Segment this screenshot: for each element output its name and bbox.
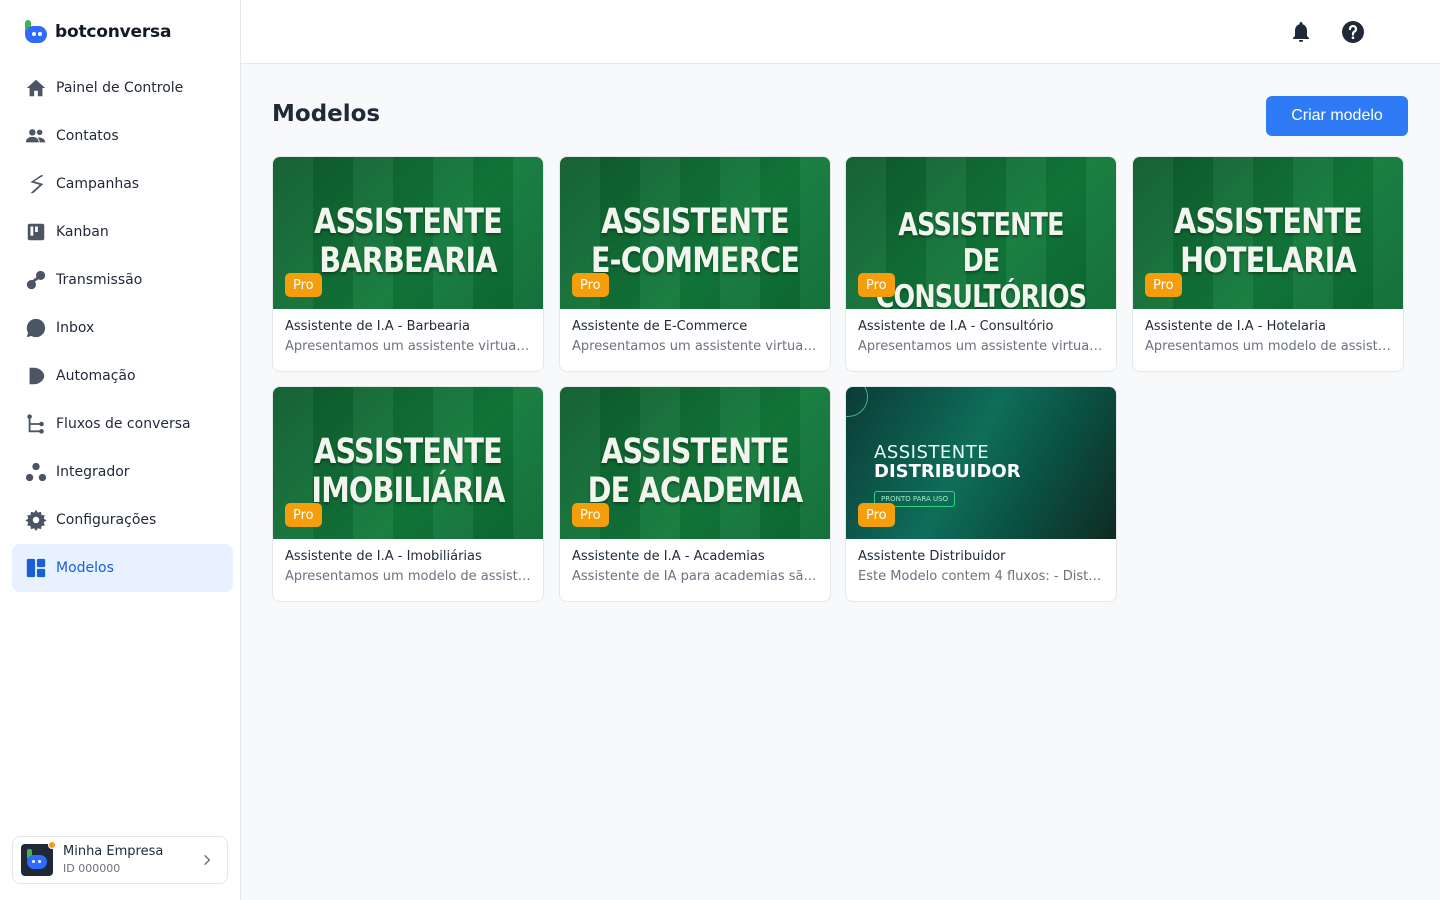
thumb-line2: IMOBILIÁRIA [311, 471, 505, 511]
sidebar-item-inbox[interactable]: Inbox [12, 304, 233, 352]
brand-logo[interactable]: botconversa [24, 20, 171, 44]
card-title: Assistente Distribuidor [858, 549, 1006, 564]
create-model-button[interactable]: Criar modelo [1266, 96, 1408, 136]
company-name: Minha Empresa [63, 844, 164, 859]
sidebar-item-fluxos-de-conversa[interactable]: Fluxos de conversa [12, 400, 233, 448]
model-card[interactable]: ASSISTENTE DE ACADEMIA Pro Assistente de … [559, 386, 831, 602]
pro-badge: Pro [858, 503, 895, 527]
page-title: Modelos [272, 101, 381, 127]
model-card[interactable]: ASSISTENTE HOTELARIA Pro Assistente de I.… [1132, 156, 1404, 372]
pro-badge: Pro [285, 273, 322, 297]
thumb-line1: ASSISTENTE [1174, 202, 1363, 242]
model-card[interactable]: ASSISTENTE E-COMMERCE Pro Assistente de E… [559, 156, 831, 372]
sidebar: botconversa Painel de Controle Contatos … [0, 0, 241, 900]
thumb-line2: DISTRIBUIDOR [874, 461, 1021, 482]
help-icon[interactable] [1341, 20, 1365, 44]
chat-bubble-icon [24, 316, 48, 340]
sidebar-item-campanhas[interactable]: Campanhas [12, 160, 233, 208]
sidebar-item-integrador[interactable]: Integrador [12, 448, 233, 496]
top-bar [241, 0, 1440, 64]
users-icon [24, 124, 48, 148]
card-thumbnail: ASSISTENTE DE CONSULTÓRIOS Pro [846, 157, 1116, 309]
botconversa-logo-icon [24, 20, 48, 44]
card-thumbnail: ASSISTENTE DE ACADEMIA Pro [560, 387, 830, 539]
play-icon [24, 364, 48, 388]
sidebar-item-label: Fluxos de conversa [56, 416, 191, 432]
thumb-line1: ASSISTENTE [898, 207, 1064, 243]
kanban-icon [24, 220, 48, 244]
sidebar-item-label: Automação [56, 368, 136, 384]
company-avatar [21, 841, 56, 876]
model-card[interactable]: ASSISTENTE BARBEARIA Pro Assistente de I.… [272, 156, 544, 372]
sidebar-item-label: Modelos [56, 560, 114, 576]
campaign-icon [24, 172, 48, 196]
dashboard-grid-icon [24, 556, 48, 580]
home-icon [24, 76, 48, 100]
thumb-line1: ASSISTENTE [601, 432, 790, 472]
card-thumbnail: ASSISTENTE BARBEARIA Pro [273, 157, 543, 309]
chevron-right-icon [195, 853, 219, 867]
sidebar-item-kanban[interactable]: Kanban [12, 208, 233, 256]
thumb-line1: ASSISTENTE [314, 202, 503, 242]
pro-badge: Pro [858, 273, 895, 297]
company-id: ID 000000 [63, 862, 121, 875]
thumb-line2: BARBEARIA [319, 241, 497, 281]
bell-icon[interactable] [1289, 20, 1313, 44]
thumb-line2: DE CONSULTÓRIOS [875, 243, 1087, 309]
card-description: Apresentamos um assistente virtual intel… [572, 339, 818, 354]
flow-icon [24, 412, 48, 436]
sidebar-item-contatos[interactable]: Contatos [12, 112, 233, 160]
card-thumbnail: ASSISTENTE DISTRIBUIDOR PRONTO PARA USO … [846, 387, 1116, 539]
gear-icon [24, 508, 48, 532]
sidebar-item-transmissao[interactable]: Transmissão [12, 256, 233, 304]
sidebar-item-label: Inbox [56, 320, 95, 336]
card-thumbnail: ASSISTENTE IMOBILIÁRIA Pro [273, 387, 543, 539]
card-thumbnail: ASSISTENTE HOTELARIA Pro [1133, 157, 1403, 309]
integrator-icon [24, 460, 48, 484]
pro-badge: Pro [285, 503, 322, 527]
decorative-arc [846, 387, 868, 417]
sidebar-item-label: Campanhas [56, 176, 140, 192]
sidebar-item-configuracoes[interactable]: Configurações [12, 496, 233, 544]
model-card[interactable]: ASSISTENTE DISTRIBUIDOR PRONTO PARA USO … [845, 386, 1117, 602]
card-description: Este Modelo contem 4 fluxos: - Distribui… [858, 569, 1104, 584]
card-description: Apresentamos um modelo de assistente par… [285, 569, 531, 584]
model-card[interactable]: ASSISTENTE DE CONSULTÓRIOS Pro Assistente… [845, 156, 1117, 372]
card-description: Assistente de IA para academias são ferr… [572, 569, 818, 584]
card-thumbnail: ASSISTENTE E-COMMERCE Pro [560, 157, 830, 309]
sidebar-item-modelos[interactable]: Modelos [12, 544, 233, 592]
card-description: Apresentamos um assistente virtual intel… [858, 339, 1104, 354]
card-title: Assistente de I.A - Imobiliárias [285, 549, 482, 564]
card-title: Assistente de E-Commerce [572, 319, 748, 334]
card-title: Assistente de I.A - Consultório [858, 319, 1054, 334]
sidebar-nav: Painel de Controle Contatos Campanhas Ka… [12, 64, 233, 592]
brand-name: botconversa [55, 22, 172, 42]
pro-badge: Pro [1145, 273, 1182, 297]
model-card[interactable]: ASSISTENTE IMOBILIÁRIA Pro Assistente de … [272, 386, 544, 602]
sidebar-item-label: Painel de Controle [56, 80, 184, 96]
thumb-line2: DE ACADEMIA [587, 471, 804, 511]
broadcast-icon [24, 268, 48, 292]
sidebar-item-label: Configurações [56, 512, 157, 528]
company-switcher[interactable]: Minha Empresa ID 000000 [12, 836, 228, 884]
card-description: Apresentamos um modelo de assistente par… [1145, 339, 1391, 354]
sidebar-item-automacao[interactable]: Automação [12, 352, 233, 400]
card-title: Assistente de I.A - Barbearia [285, 319, 470, 334]
card-description: Apresentamos um assistente virtual intel… [285, 339, 531, 354]
thumb-line1: ASSISTENTE [601, 202, 790, 242]
status-dot [48, 841, 56, 849]
card-title: Assistente de I.A - Hotelaria [1145, 319, 1326, 334]
sidebar-item-label: Integrador [56, 464, 130, 480]
card-title: Assistente de I.A - Academias [572, 549, 765, 564]
thumb-line2: HOTELARIA [1180, 241, 1357, 281]
sidebar-item-label: Contatos [56, 128, 119, 144]
thumb-line1: ASSISTENTE [314, 432, 503, 472]
thumb-line2: E-COMMERCE [590, 241, 800, 281]
sidebar-item-label: Transmissão [56, 272, 143, 288]
thumb-line1: ASSISTENTE [874, 442, 990, 463]
sidebar-item-painel-de-controle[interactable]: Painel de Controle [12, 64, 233, 112]
sidebar-item-label: Kanban [56, 224, 109, 240]
pro-badge: Pro [572, 273, 609, 297]
pro-badge: Pro [572, 503, 609, 527]
